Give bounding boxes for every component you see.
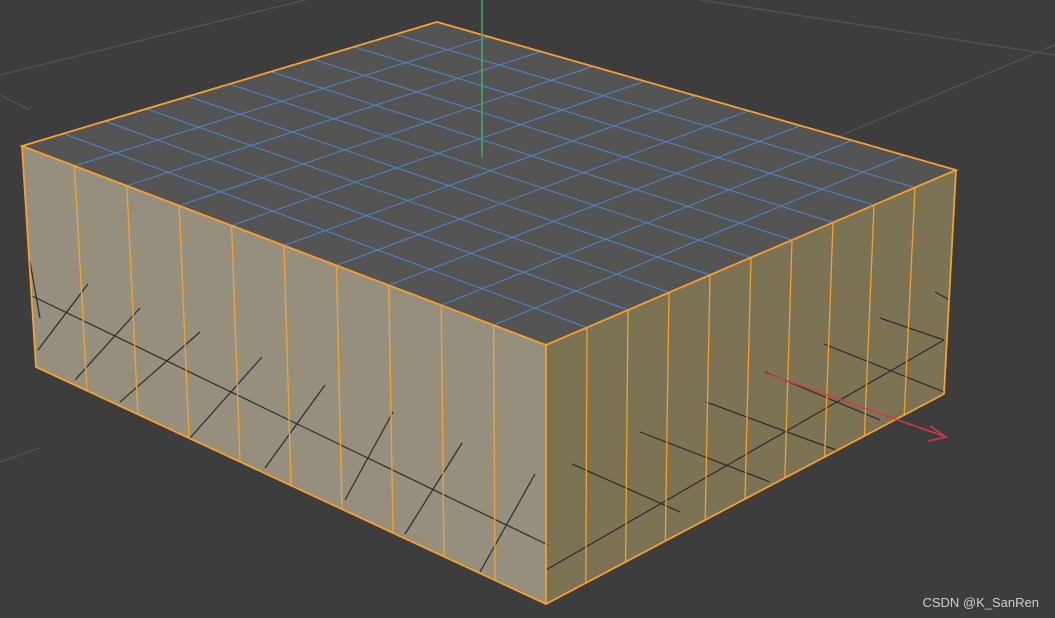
watermark-text: CSDN @K_SanRen xyxy=(922,595,1039,610)
3d-viewport[interactable]: CSDN @K_SanRen xyxy=(0,0,1055,618)
viewport-scene xyxy=(0,0,1055,606)
background-grid-line xyxy=(829,44,1055,141)
background-grid-line xyxy=(0,94,31,111)
background-grid-line xyxy=(699,0,1055,56)
background-grid-line xyxy=(0,0,306,76)
background-grid-line xyxy=(0,447,41,463)
